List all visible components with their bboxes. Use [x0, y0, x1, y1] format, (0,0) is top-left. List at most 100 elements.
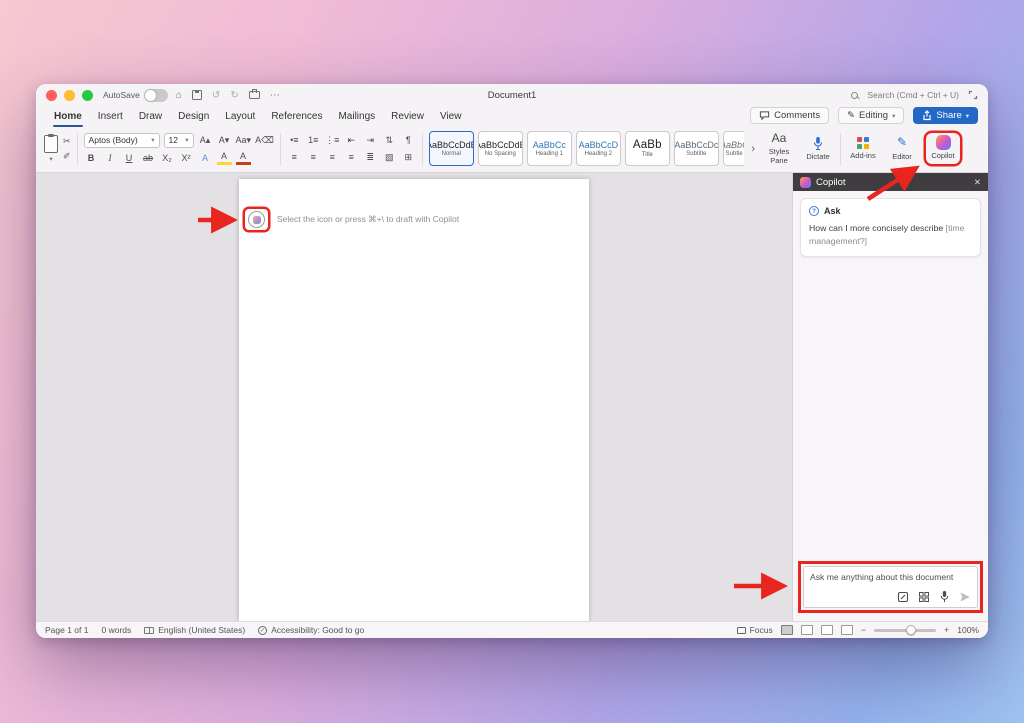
language-indicator[interactable]: English (United States)	[144, 625, 245, 635]
tab-mailings[interactable]: Mailings	[330, 108, 383, 127]
home-icon[interactable]: ⌂	[176, 90, 182, 101]
ribbon-right-cluster: Aa Styles Pane Dictate Add-ins ✎	[762, 131, 962, 165]
autosave-toggle[interactable]	[144, 89, 168, 102]
align-center-button[interactable]: ≡	[306, 151, 321, 164]
sort-button[interactable]: ⇅	[382, 134, 397, 147]
font-size-select[interactable]: 12 ▾	[164, 133, 194, 148]
style-name: Normal	[442, 151, 461, 157]
styles-gallery: AaBbCcDdE Normal AaBbCcDdE No Spacing Aa…	[429, 131, 745, 166]
italic-button[interactable]: I	[103, 152, 118, 165]
pilcrow-button[interactable]: ¶	[401, 134, 416, 147]
style-no-spacing[interactable]: AaBbCcDdE No Spacing	[478, 131, 523, 166]
copilot-chat-input[interactable]: Ask me anything about this document	[803, 566, 978, 608]
microphone-icon[interactable]	[939, 590, 950, 603]
search-field[interactable]: Search (Cmd + Ctrl + U)	[867, 90, 959, 100]
send-icon[interactable]	[959, 591, 971, 603]
tab-review[interactable]: Review	[383, 108, 432, 127]
underline-button[interactable]: U	[122, 152, 137, 165]
minimize-window-button[interactable]	[64, 90, 75, 101]
tab-references[interactable]: References	[263, 108, 330, 127]
close-window-button[interactable]	[46, 90, 57, 101]
grow-font-button[interactable]: A▴	[198, 134, 213, 147]
draft-view-button[interactable]	[841, 625, 853, 635]
cut-button[interactable]: ✂	[63, 136, 71, 147]
page-indicator[interactable]: Page 1 of 1	[45, 625, 88, 635]
tab-design[interactable]: Design	[170, 108, 217, 127]
tab-draw[interactable]: Draw	[131, 108, 170, 127]
ribbon-actions: Comments ✎ Editing ▾ Share ▾	[750, 107, 978, 127]
zoom-window-button[interactable]	[82, 90, 93, 101]
highlight-button[interactable]: A	[217, 152, 232, 165]
justify-button[interactable]: ≡	[344, 151, 359, 164]
redo-icon[interactable]: ↻	[230, 90, 238, 101]
change-case-button[interactable]: Aa▾	[236, 134, 252, 147]
close-panel-icon[interactable]: ✕	[974, 177, 981, 188]
print-layout-view-button[interactable]	[781, 625, 793, 635]
undo-icon[interactable]: ↺	[212, 90, 220, 101]
style-normal[interactable]: AaBbCcDdE Normal	[429, 131, 474, 166]
copilot-draft-hint: Select the icon or press ⌘+\ to draft wi…	[245, 209, 579, 230]
style-subtitle[interactable]: AaBbCcDc Subtitle	[674, 131, 719, 166]
shading-button[interactable]: ▨	[382, 151, 397, 164]
bold-button[interactable]: B	[84, 152, 99, 165]
zoom-slider[interactable]	[874, 629, 936, 632]
align-left-button[interactable]: ≡	[287, 151, 302, 164]
text-effects-button[interactable]: A	[198, 152, 213, 165]
borders-button[interactable]: ⊞	[401, 151, 416, 164]
style-title[interactable]: AaBb Title	[625, 131, 670, 166]
style-heading-1[interactable]: AaBbCc Heading 1	[527, 131, 572, 166]
expand-ribbon-icon[interactable]	[968, 90, 978, 100]
button-glyph: A⌫	[255, 136, 274, 145]
comments-button[interactable]: Comments	[750, 107, 829, 124]
styles-gallery-expand-icon[interactable]: ›	[750, 143, 756, 155]
align-right-button[interactable]: ≡	[325, 151, 340, 164]
numbering-button[interactable]: 1≡	[306, 134, 321, 147]
styles-pane-button[interactable]: Aa Styles Pane	[762, 131, 796, 165]
shrink-font-button[interactable]: A▾	[217, 134, 232, 147]
superscript-button[interactable]: X²	[179, 152, 194, 165]
tab-home[interactable]: Home	[46, 108, 90, 127]
zoom-level[interactable]: 100%	[957, 625, 979, 635]
tab-label: References	[271, 111, 322, 122]
zoom-in-button[interactable]: +	[944, 625, 949, 635]
editor-button[interactable]: ✎ Editor	[885, 136, 919, 162]
outline-view-button[interactable]	[821, 625, 833, 635]
zoom-slider-thumb[interactable]	[906, 625, 916, 635]
strikethrough-button[interactable]: ab	[141, 152, 156, 165]
style-heading-2[interactable]: AaBbCcD Heading 2	[576, 131, 621, 166]
document-page[interactable]: Select the icon or press ⌘+\ to draft wi…	[239, 179, 589, 621]
format-painter-button[interactable]: ✐	[63, 151, 71, 162]
prompt-notebook-icon[interactable]	[897, 591, 909, 603]
copilot-inline-icon[interactable]	[248, 211, 265, 228]
accessibility-status[interactable]: ✓ Accessibility: Good to go	[258, 625, 364, 635]
word-count[interactable]: 0 words	[101, 625, 131, 635]
print-icon[interactable]	[249, 91, 260, 99]
more-commands-button[interactable]: ⋯	[270, 90, 280, 101]
font-name-select[interactable]: Aptos (Body) ▾	[84, 133, 160, 148]
bullets-button[interactable]: •≡	[287, 134, 302, 147]
web-layout-view-button[interactable]	[801, 625, 813, 635]
multilevel-list-button[interactable]: ⋮≡	[325, 134, 340, 147]
add-ins-button[interactable]: Add-ins	[846, 137, 880, 161]
font-color-button[interactable]: A	[236, 152, 251, 165]
copilot-button[interactable]: Copilot	[926, 133, 960, 164]
share-button[interactable]: Share ▾	[913, 107, 978, 124]
save-icon[interactable]	[192, 90, 202, 100]
focus-toggle[interactable]: Focus	[737, 625, 773, 635]
dictate-button[interactable]: Dictate	[801, 136, 835, 162]
ask-suggestion-card[interactable]: ? Ask How can I more concisely describe …	[800, 198, 981, 257]
editing-mode-button[interactable]: ✎ Editing ▾	[838, 107, 904, 124]
style-sample: AaBbCcDdE	[723, 140, 745, 150]
clear-formatting-button[interactable]: A⌫	[255, 134, 274, 147]
style-subtle-emphasis[interactable]: AaBbCcDdE Subtle Emph...	[723, 131, 745, 166]
tab-layout[interactable]: Layout	[217, 108, 263, 127]
tab-insert[interactable]: Insert	[90, 108, 131, 127]
outdent-button[interactable]: ⇤	[344, 134, 359, 147]
zoom-out-button[interactable]: −	[861, 625, 866, 635]
subscript-button[interactable]: X₂	[160, 152, 175, 165]
grid-icon[interactable]	[918, 591, 930, 603]
line-spacing-button[interactable]: ≣	[363, 151, 378, 164]
tab-view[interactable]: View	[432, 108, 470, 127]
paste-button[interactable]: ▾	[44, 135, 58, 163]
indent-button[interactable]: ⇥	[363, 134, 378, 147]
